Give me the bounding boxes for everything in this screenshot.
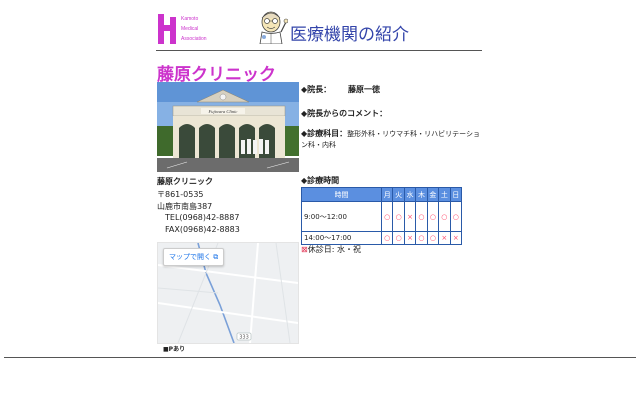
closed-days: ⊠休診日: 水・祝: [301, 244, 361, 255]
closed-mark-icon: ⊠: [301, 245, 308, 254]
clinic-tel[interactable]: TEL(0968)42-8887: [165, 213, 239, 222]
page-title: 医療機関の紹介: [290, 25, 409, 45]
schedule-header-day: 金: [426, 187, 440, 202]
clinic-address: 山鹿市南島387: [157, 202, 213, 211]
schedule-mark-cell: ○: [438, 201, 451, 232]
schedule-mark-cell: ○: [449, 201, 463, 232]
open-map-label: マップで開く: [169, 253, 211, 261]
schedule-time-cell: 14:00〜17:00: [301, 231, 382, 245]
departments-block: ◆診療科目：整形外科・リウマチ科・リハビリテーション科・内科: [301, 128, 481, 151]
photo-sign-text: Fujiwara Clinic: [208, 109, 238, 114]
doctor-mascot-icon: [259, 11, 288, 44]
schedule-header-day: 土: [438, 187, 451, 202]
external-link-icon: ⧉: [213, 253, 219, 261]
schedule-mark-cell: ○: [380, 201, 394, 232]
header-divider: [156, 50, 482, 51]
hours-label: ◆診療時間: [301, 176, 340, 185]
schedule-mark-cell: ○: [415, 201, 428, 232]
comment-label: ◆院長からのコメント：: [301, 109, 388, 118]
logo-line-3: Association: [181, 36, 207, 42]
schedule-mark-cell: ×: [449, 231, 463, 245]
schedule-mark-cell: ○: [392, 201, 405, 232]
schedule-time-cell: 9:00〜12:00: [301, 201, 382, 232]
schedule-header-day: 月: [380, 187, 394, 202]
clinic-map[interactable]: 333 マップで開く ⧉: [157, 242, 299, 344]
schedule-table: 時間 月 火 水 木 金 土 日 9:00〜12:00 ○ ○ × ○ ○ ○ …: [301, 187, 463, 245]
schedule-mark-cell: ×: [403, 231, 417, 245]
schedule-mark-cell: ○: [380, 231, 394, 245]
schedule-header-time: 時間: [301, 187, 382, 202]
schedule-mark-cell: ×: [403, 201, 417, 232]
schedule-header-day: 日: [449, 187, 463, 202]
logo-mark-icon: [158, 14, 176, 44]
schedule-mark-cell: ○: [426, 231, 440, 245]
schedule-mark-cell: ○: [415, 231, 428, 245]
schedule-mark-cell: ×: [438, 231, 451, 245]
departments-label: ◆診療科目：: [301, 129, 348, 138]
closed-days-text: 休診日: 水・祝: [307, 245, 361, 254]
parking-info: ■Pあり: [163, 346, 186, 353]
schedule-row-afternoon: 14:00〜17:00 ○ ○ × ○ ○ × ×: [301, 231, 463, 245]
footer-divider: [4, 357, 636, 358]
logo-line-2: Medical: [181, 26, 199, 32]
schedule-header-day: 水: [403, 187, 417, 202]
map-route-badge: 333: [239, 335, 249, 341]
clinic-photo: Fujiwara Clinic: [157, 82, 299, 172]
schedule-row-morning: 9:00〜12:00 ○ ○ × ○ ○ ○ ○: [301, 201, 463, 232]
open-map-button[interactable]: マップで開く ⧉: [163, 248, 225, 266]
director-row: ◆院長： 藤原一徳: [301, 84, 380, 95]
schedule-mark-cell: ○: [426, 201, 440, 232]
schedule-header-day: 木: [415, 187, 428, 202]
clinic-fax: FAX(0968)42-8883: [165, 225, 240, 234]
director-name: 藤原一徳: [347, 85, 380, 94]
schedule-mark-cell: ○: [392, 231, 405, 245]
clinic-postal: 〒861-0535: [157, 190, 204, 199]
association-logo: Kamoto Medical Association: [158, 14, 216, 46]
director-label: ◆院長：: [301, 85, 332, 94]
clinic-info-name: 藤原クリニック: [157, 177, 213, 186]
logo-line-1: Kamoto: [181, 16, 199, 22]
schedule-header-day: 火: [392, 187, 405, 202]
schedule-header-row: 時間 月 火 水 木 金 土 日: [301, 187, 463, 202]
